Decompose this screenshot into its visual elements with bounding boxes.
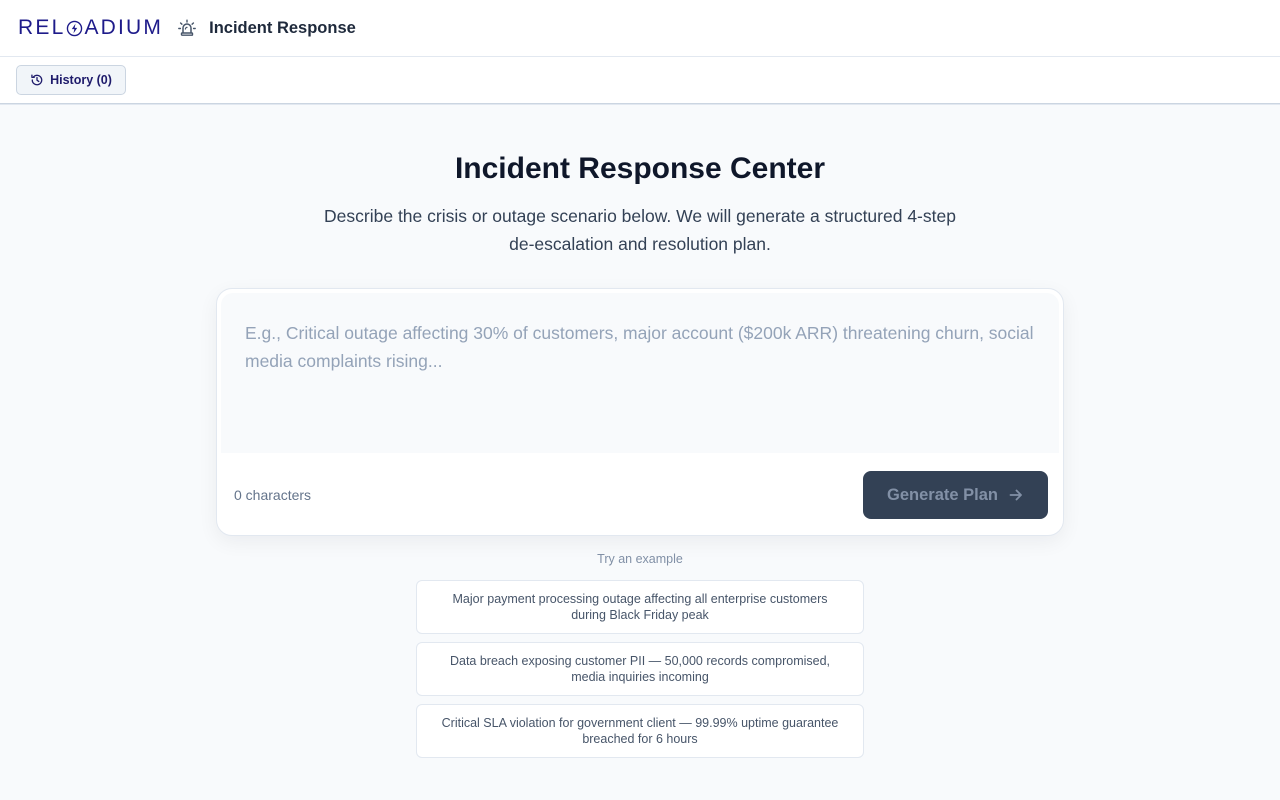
history-button-label: History (0): [50, 73, 112, 87]
brand-text-left: REL: [18, 16, 66, 39]
siren-icon: [177, 18, 197, 38]
scenario-card: 0 characters Generate Plan: [216, 288, 1064, 536]
page-title: Incident Response Center: [454, 152, 826, 185]
scenario-input[interactable]: [221, 293, 1059, 453]
generate-plan-label: Generate Plan: [887, 485, 998, 504]
brand-text-right: ADIUM: [84, 16, 164, 39]
brand-logo[interactable]: REL ADIUM: [18, 16, 163, 40]
examples-label: Try an example: [597, 552, 683, 566]
character-count: 0 characters: [234, 487, 312, 503]
app-header: REL ADIUM Incident Response: [0, 0, 1280, 57]
history-icon: [31, 74, 43, 86]
history-button[interactable]: History (0): [16, 65, 126, 95]
page-subtitle: Describe the crisis or outage scenario b…: [324, 206, 956, 254]
app-title: Incident Response: [209, 18, 356, 37]
bolt-circle-icon: [67, 20, 83, 36]
example-item[interactable]: Data breach exposing customer PII — 50,0…: [416, 642, 864, 696]
example-item[interactable]: Critical SLA violation for government cl…: [416, 704, 864, 758]
generate-plan-button[interactable]: Generate Plan: [863, 471, 1048, 519]
toolbar: History (0): [0, 57, 1280, 104]
arrow-right-icon: [1009, 489, 1022, 501]
example-item[interactable]: Major payment processing outage affectin…: [416, 580, 864, 634]
